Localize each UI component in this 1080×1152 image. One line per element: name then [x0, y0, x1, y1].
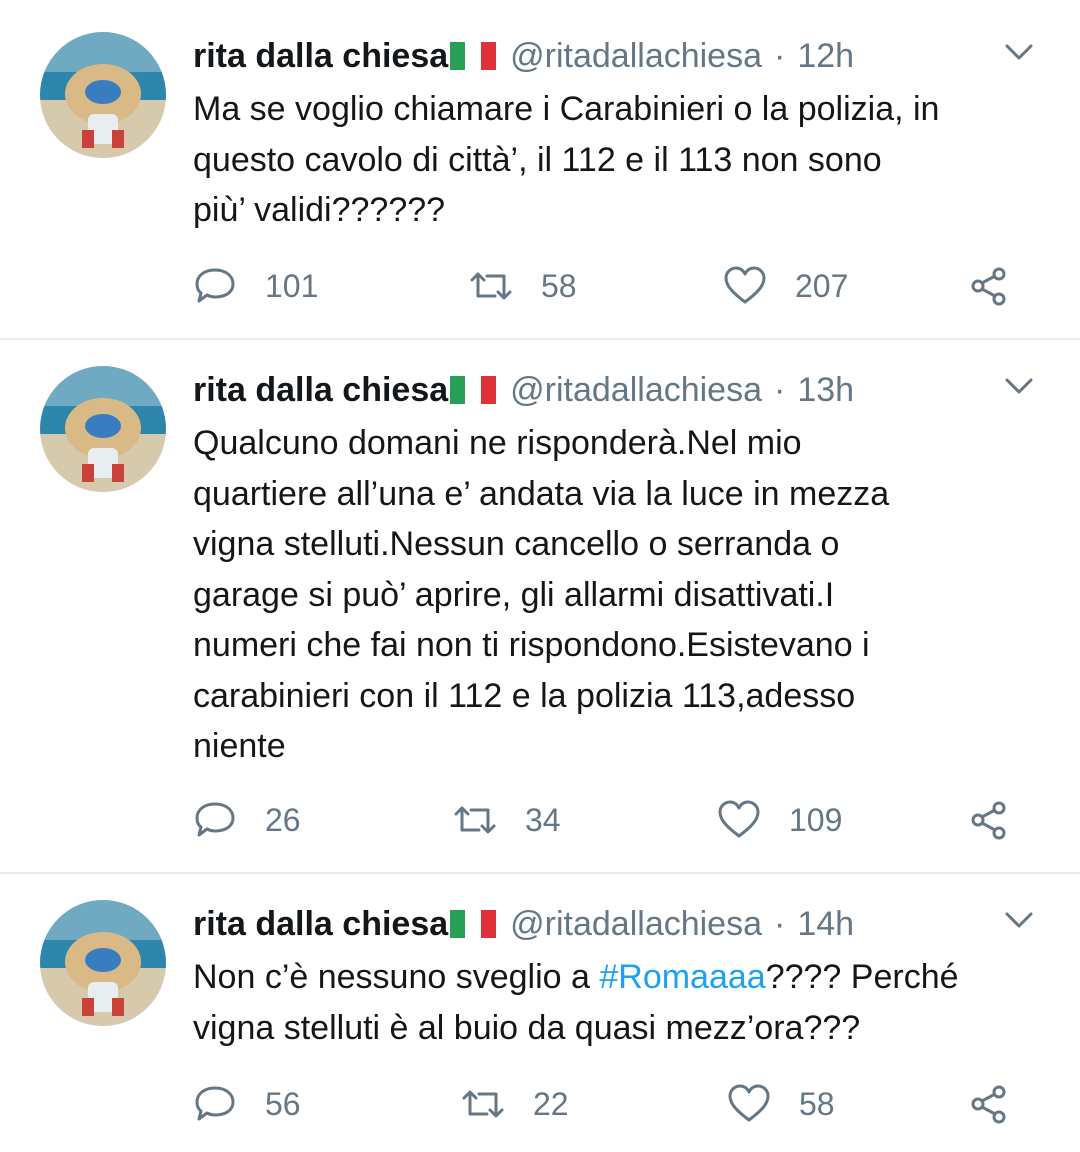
heart-icon [728, 1084, 770, 1122]
reply-count: 101 [265, 267, 319, 304]
tweet-header: rita dalla chiesa @ritadallachiesa · 13h [193, 370, 854, 410]
tweet-header: rita dalla chiesa @ritadallachiesa · 14h [193, 904, 854, 944]
retweet-icon [470, 272, 512, 300]
user-handle[interactable]: @ritadallachiesa [510, 370, 762, 410]
timeline: rita dalla chiesa @ritadallachiesa · 12h… [0, 0, 1080, 1152]
reply-button[interactable]: 26 [193, 800, 301, 840]
separator-dot: · [774, 371, 786, 409]
separator-dot: · [774, 37, 786, 75]
tweet-text-line: più’ validi?????? [193, 191, 446, 229]
chevron-down-icon[interactable] [1002, 40, 1036, 64]
reply-icon [195, 1086, 235, 1121]
like-button[interactable]: 58 [727, 1084, 835, 1124]
retweet-count: 58 [541, 267, 577, 304]
like-count: 109 [789, 801, 843, 838]
like-button[interactable]: 109 [717, 800, 842, 840]
chevron-down-icon[interactable] [1002, 374, 1036, 398]
retweet-icon [454, 806, 496, 834]
tweet-text: Ma se voglio chiamare i Carabinieri o la… [193, 84, 1053, 236]
like-button[interactable]: 207 [723, 266, 848, 306]
tweet-actions: 101 58 207 [193, 266, 1053, 306]
reply-button[interactable]: 101 [193, 266, 318, 306]
share-icon[interactable] [969, 1084, 1009, 1124]
reply-button[interactable]: 56 [193, 1084, 301, 1124]
reply-count: 56 [265, 1085, 301, 1122]
italian-flag-icon [450, 910, 497, 938]
tweet-text-line: carabinieri con il 112 e la polizia 113,… [193, 676, 856, 715]
reply-icon [195, 268, 235, 303]
user-handle[interactable]: @ritadallachiesa [510, 904, 762, 944]
tweet-text-line: Ma se voglio chiamare i Carabinieri o la… [193, 90, 940, 128]
tweet-text-line: Non c’è nessuno sveglio a #Romaaaa???? P… [193, 958, 959, 996]
tweet[interactable]: rita dalla chiesa @ritadallachiesa · 12h… [0, 0, 1080, 338]
tweet-text-line: Qualcuno domani ne risponderà.Nel mio [193, 424, 802, 462]
retweet-icon [462, 1090, 504, 1118]
tweet-text-line: niente [193, 727, 286, 765]
like-count: 207 [795, 267, 849, 304]
tweet[interactable]: rita dalla chiesa @ritadallachiesa · 14h… [0, 868, 1080, 1152]
retweet-count: 22 [533, 1085, 569, 1122]
share-icon[interactable] [969, 800, 1009, 840]
tweet-actions: 56 22 58 [193, 1084, 1053, 1124]
italian-flag-icon [450, 376, 497, 404]
separator-dot: · [774, 905, 786, 943]
avatar[interactable] [40, 32, 166, 158]
timestamp[interactable]: 13h [797, 370, 854, 410]
display-name[interactable]: rita dalla chiesa [193, 904, 448, 944]
display-name[interactable]: rita dalla chiesa [193, 370, 448, 410]
tweet-text-line: numeri che fai non ti rispondono.Esistev… [193, 626, 870, 664]
timestamp[interactable]: 12h [797, 36, 854, 76]
retweet-button[interactable]: 34 [453, 800, 561, 840]
share-icon[interactable] [969, 266, 1009, 306]
heart-icon [718, 800, 760, 838]
tweet-text-line: quartiere all’una e’ andata via la luce … [193, 474, 890, 513]
tweet-text: Non c’è nessuno sveglio a #Romaaaa???? P… [193, 952, 1053, 1053]
hashtag-link[interactable]: #Romaaaa [599, 958, 765, 996]
chevron-down-icon[interactable] [1002, 908, 1036, 932]
retweet-button[interactable]: 58 [469, 266, 577, 306]
tweet-text-line: vigna stelluti è al buio da quasi mezz’o… [193, 1008, 861, 1047]
avatar[interactable] [40, 900, 166, 1026]
tweet[interactable]: rita dalla chiesa @ritadallachiesa · 13h… [0, 334, 1080, 872]
tweet-text-line: garage si può’ aprire, gli allarmi disat… [193, 575, 835, 614]
heart-icon [724, 266, 766, 304]
timestamp[interactable]: 14h [797, 904, 854, 944]
tweet-text-line: vigna stelluti.Nessun cancello o serrand… [193, 525, 840, 563]
retweet-count: 34 [525, 801, 561, 838]
like-count: 58 [799, 1085, 835, 1122]
italian-flag-icon [450, 42, 497, 70]
tweet-header: rita dalla chiesa @ritadallachiesa · 12h [193, 36, 854, 76]
avatar[interactable] [40, 366, 166, 492]
tweet-text-line: questo cavolo di città’, il 112 e il 113… [193, 140, 882, 179]
tweet-text: Qualcuno domani ne risponderà.Nel mio qu… [193, 418, 1053, 772]
reply-icon [195, 802, 235, 837]
retweet-button[interactable]: 22 [461, 1084, 569, 1124]
user-handle[interactable]: @ritadallachiesa [510, 36, 762, 76]
tweet-actions: 26 34 109 [193, 800, 1053, 840]
reply-count: 26 [265, 801, 301, 838]
display-name[interactable]: rita dalla chiesa [193, 36, 448, 76]
